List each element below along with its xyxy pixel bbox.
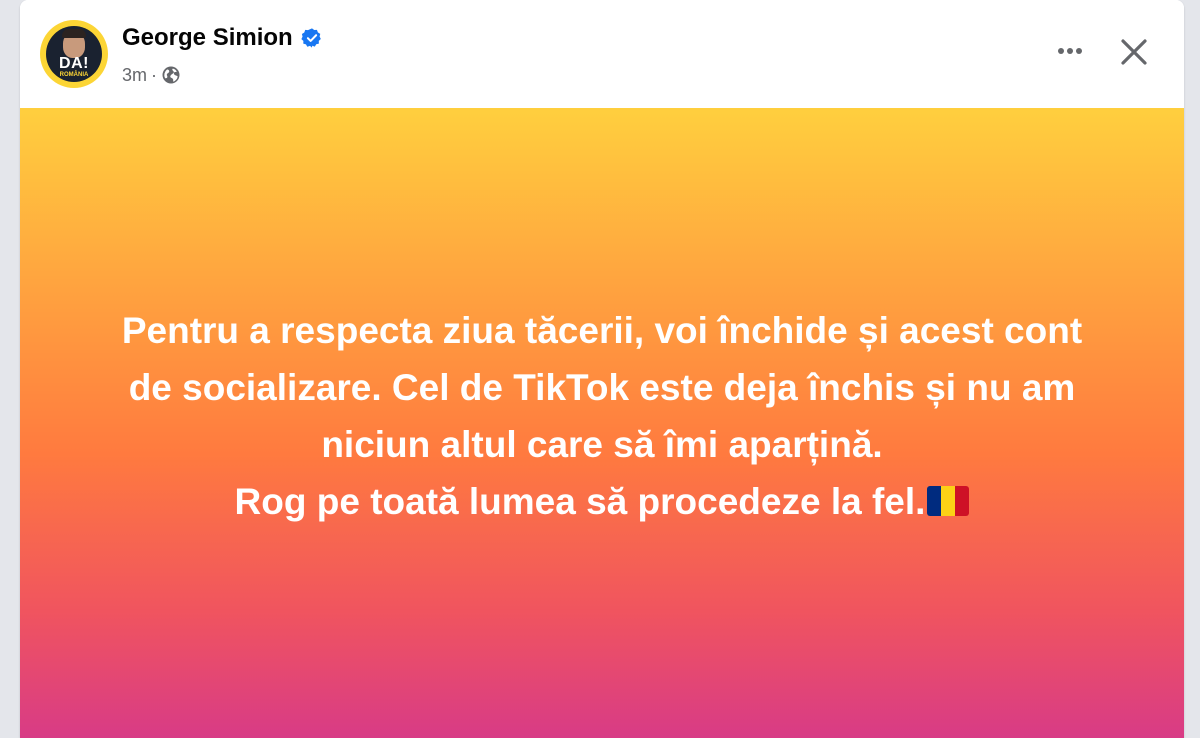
post-time[interactable]: 3m (122, 65, 147, 86)
post-meta: 3m · (122, 63, 181, 87)
author-name[interactable]: George Simion (122, 24, 293, 52)
post-card: DA! ROMÂNIA George Simion 3m · Pentru a … (20, 0, 1184, 738)
avatar-logo-subtext: ROMÂNIA (59, 72, 89, 78)
post-last-line: Rog pe toată lumea să procedeze la fel. (60, 473, 1144, 530)
verified-badge-icon (301, 28, 321, 48)
more-options-icon[interactable] (1050, 33, 1090, 69)
avatar-logo-text: DA! (59, 55, 89, 72)
post-header: DA! ROMÂNIA George Simion 3m · (20, 0, 1184, 108)
author-avatar[interactable]: DA! ROMÂNIA (40, 20, 108, 88)
post-line-text: Rog pe toată lumea să procedeze la fel. (234, 481, 926, 522)
post-line: de socializare. Cel de TikTok este deja … (128, 367, 1076, 408)
post-line: niciun altul care să îmi aparțină. (321, 424, 883, 465)
globe-icon[interactable] (161, 65, 181, 85)
romania-flag-icon (927, 486, 970, 517)
post-line: Pentru a respecta ziua tăcerii, voi înch… (121, 310, 1083, 351)
author-row: George Simion (122, 24, 323, 52)
post-body: Pentru a respecta ziua tăcerii, voi înch… (60, 302, 1144, 530)
avatar-photo: DA! ROMÂNIA (46, 26, 102, 82)
close-icon[interactable] (1114, 32, 1154, 72)
meta-separator: · (151, 64, 158, 85)
avatar-hair (62, 29, 86, 38)
